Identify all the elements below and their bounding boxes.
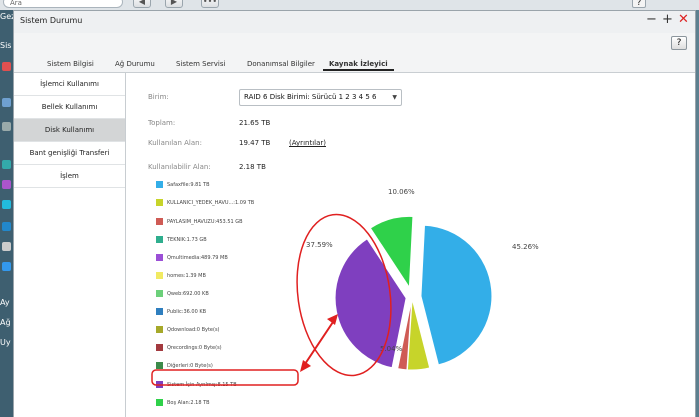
sidebar-item-bandwidth[interactable]: Bant genişliği Transferi [14,142,125,165]
tab-network-status[interactable]: Ağ Durumu [115,60,155,68]
desktop-label-1: Sis [0,41,12,50]
pie-slice-label: 45.26% [512,243,539,251]
sidebar-item-memory[interactable]: Bellek Kullanımı [14,96,125,119]
annotation-arrow [302,318,336,368]
desktop-app-icon[interactable] [2,180,11,189]
help-button[interactable]: ? [671,36,687,50]
desktop-search-input[interactable]: Ara [3,0,123,8]
pie-slice-label: 10.06% [388,188,415,196]
maximize-icon[interactable]: + [662,12,673,27]
minimize-icon[interactable]: − [646,12,657,27]
desktop-app-icon[interactable] [2,242,11,251]
pie-slice-label: 37.59% [306,241,333,249]
desktop-app-icon[interactable] [2,62,11,71]
tab-bar: Sistem Bilgisi Ağ Durumu Sistem Servisi … [14,60,695,73]
desktop-app-icon[interactable] [2,160,11,169]
window-title-bar[interactable]: Sistem Durumu − + ✕ [14,11,695,33]
close-icon[interactable]: ✕ [678,12,689,27]
tab-hardware-info[interactable]: Donanımsal Bilgiler [247,60,315,68]
tab-system-service[interactable]: Sistem Servisi [176,60,225,68]
sidebar-item-disk[interactable]: Disk Kullanımı [14,119,125,142]
desktop-label-3: Ağ [0,318,11,327]
sidebar: İşlemci Kullanımı Bellek Kullanımı Disk … [14,73,126,417]
desktop-left-column: Gez Sis Ay Ağ Uy [0,10,14,417]
forward-icon[interactable]: ▶ [165,0,183,8]
desktop-app-icon[interactable] [2,122,11,131]
sidebar-item-process[interactable]: İşlem [14,165,125,188]
desktop-help-button[interactable]: ? [632,0,646,8]
desktop-label-0: Gez [0,12,14,21]
desktop-app-icon[interactable] [2,200,11,209]
pie-slice[interactable] [420,224,493,366]
tab-system-info[interactable]: Sistem Bilgisi [47,60,94,68]
desktop-app-icon[interactable] [2,222,11,231]
disk-usage-panel: Birim: RAID 6 Disk Birimi: Sürücü 1 2 3 … [126,73,695,417]
tab-resource-monitor[interactable]: Kaynak İzleyici [323,60,394,71]
desktop-app-icon[interactable] [2,262,11,271]
window-title: Sistem Durumu [20,16,83,25]
back-icon[interactable]: ◀ [133,0,151,8]
more-icon[interactable]: ••• [201,0,219,8]
annotation-box [151,369,299,386]
desktop-label-4: Uy [0,338,11,347]
desktop-top-bar: Ara ◀ ▶ ••• ? [0,0,699,10]
desktop-label-2: Ay [0,298,10,307]
system-status-window: Sistem Durumu − + ✕ ? Sistem Bilgisi Ağ … [13,10,696,417]
disk-usage-pie-chart: 45.26%5.04%37.59%10.06% [151,188,539,386]
sidebar-item-cpu[interactable]: İşlemci Kullanımı [14,73,125,96]
desktop-app-icon[interactable] [2,98,11,107]
